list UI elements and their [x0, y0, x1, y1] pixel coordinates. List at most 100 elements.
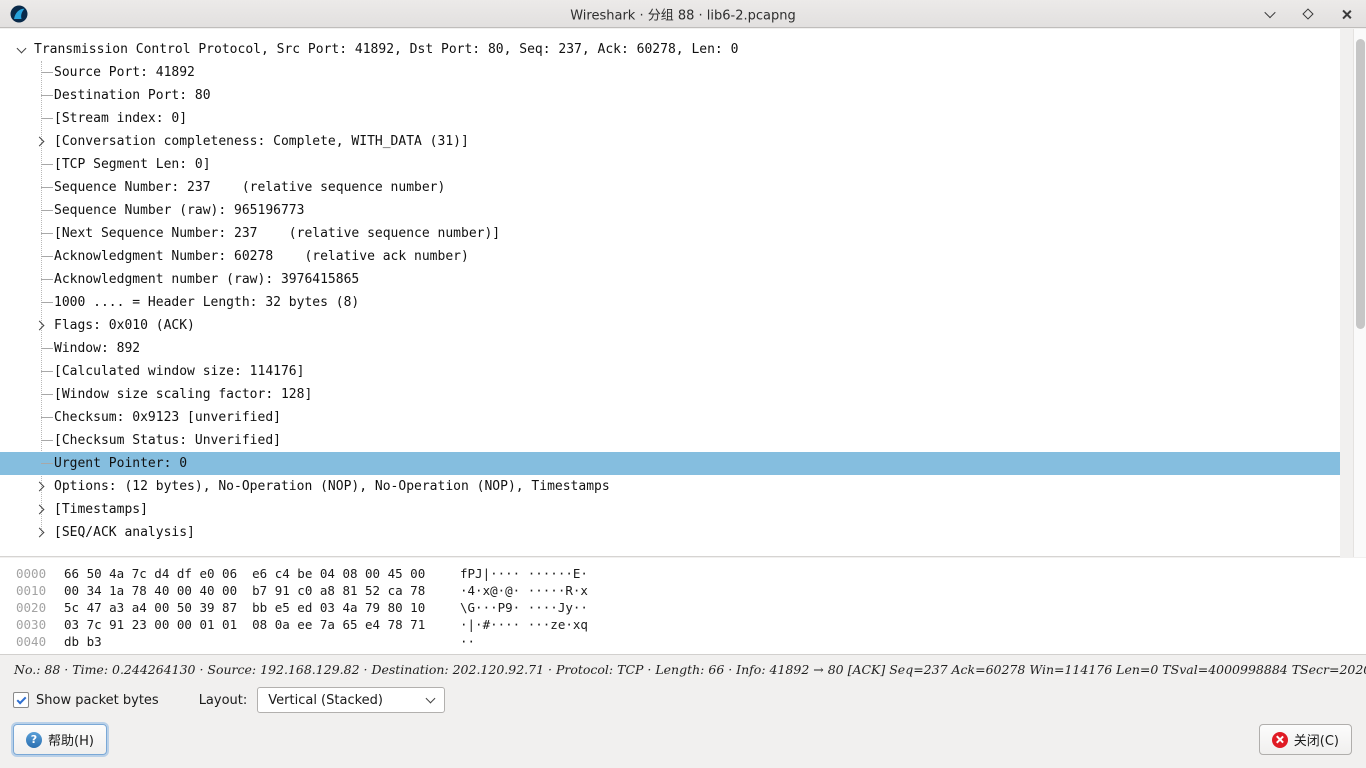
hex-row[interactable]: 0040db b3··: [16, 634, 1366, 651]
tree-row[interactable]: Acknowledgment Number: 60278 (relative a…: [0, 245, 1340, 268]
tree-branch-dash: [41, 233, 53, 234]
packet-tree: Transmission Control Protocol, Src Port:…: [0, 29, 1340, 557]
expander-cell: [34, 521, 54, 544]
expander-cell: [34, 245, 54, 268]
tree-row[interactable]: [Next Sequence Number: 237 (relative seq…: [0, 222, 1340, 245]
hex-offset: 0030: [16, 617, 64, 634]
hex-offset: 0040: [16, 634, 64, 651]
hex-ascii[interactable]: fPJ|···· ······E·: [460, 566, 588, 583]
tree-branch-dash: [41, 463, 53, 464]
tree-row[interactable]: Options: (12 bytes), No-Operation (NOP),…: [0, 475, 1340, 498]
show-packet-bytes-checkbox[interactable]: Show packet bytes: [13, 692, 159, 708]
hex-row[interactable]: 000066 50 4a 7c d4 df e0 06 e6 c4 be 04 …: [16, 566, 1366, 583]
tree-row-label: Sequence Number (raw): 965196773: [54, 203, 304, 218]
expander-cell: [34, 107, 54, 130]
tree-branch-dash: [41, 348, 53, 349]
chevron-right-icon[interactable]: [35, 505, 45, 515]
tree-row[interactable]: Transmission Control Protocol, Src Port:…: [0, 38, 1340, 61]
tree-branch-dash: [41, 394, 53, 395]
window-controls: [1262, 0, 1354, 28]
hex-ascii[interactable]: \G···P9· ····Jy··: [460, 600, 588, 617]
tree-row-label: Urgent Pointer: 0: [54, 456, 187, 471]
hex-offset: 0000: [16, 566, 64, 583]
hex-bytes[interactable]: 5c 47 a3 a4 00 50 39 87 bb e5 ed 03 4a 7…: [64, 600, 460, 617]
close-icon: [1272, 732, 1288, 748]
hex-row[interactable]: 003003 7c 91 23 00 00 01 01 08 0a ee 7a …: [16, 617, 1366, 634]
wireshark-logo: [10, 5, 28, 23]
scrollbar-thumb[interactable]: [1356, 39, 1365, 329]
help-button[interactable]: ? 帮助(H): [13, 724, 107, 755]
tree-branch-dash: [41, 118, 53, 119]
tree-row[interactable]: [Checksum Status: Unverified]: [0, 429, 1340, 452]
expander-cell: [34, 360, 54, 383]
tree-row[interactable]: 1000 .... = Header Length: 32 bytes (8): [0, 291, 1340, 314]
tree-row[interactable]: Acknowledgment number (raw): 3976415865: [0, 268, 1340, 291]
tree-branch-dash: [41, 164, 53, 165]
checkbox-checked-icon[interactable]: [13, 692, 29, 708]
hex-bytes[interactable]: 00 34 1a 78 40 00 40 00 b7 91 c0 a8 81 5…: [64, 583, 460, 600]
expander-cell: [34, 406, 54, 429]
tree-row[interactable]: [Conversation completeness: Complete, WI…: [0, 130, 1340, 153]
tree-row-selected[interactable]: Urgent Pointer: 0: [0, 452, 1340, 475]
tree-row[interactable]: [TCP Segment Len: 0]: [0, 153, 1340, 176]
tree-row[interactable]: [Calculated window size: 114176]: [0, 360, 1340, 383]
shade-window-button[interactable]: [1262, 6, 1278, 22]
chevron-right-icon[interactable]: [35, 137, 45, 147]
expander-cell: [34, 61, 54, 84]
titlebar[interactable]: Wireshark · 分组 88 · lib6-2.pcapng: [0, 0, 1366, 28]
tree-row[interactable]: [Stream index: 0]: [0, 107, 1340, 130]
maximize-window-button[interactable]: [1300, 6, 1316, 22]
expander-cell: [34, 268, 54, 291]
expander-cell: [34, 314, 54, 337]
chevron-down-icon[interactable]: [17, 43, 27, 53]
expander-cell: [34, 337, 54, 360]
tree-row-label: Checksum: 0x9123 [unverified]: [54, 410, 281, 425]
tree-row-label: [TCP Segment Len: 0]: [54, 157, 211, 172]
close-button[interactable]: 关闭(C): [1259, 724, 1352, 755]
expander-cell: [34, 84, 54, 107]
tree-scrollbar[interactable]: [1353, 29, 1366, 557]
expander-cell: [34, 498, 54, 521]
chevron-right-icon[interactable]: [35, 482, 45, 492]
hex-row[interactable]: 00205c 47 a3 a4 00 50 39 87 bb e5 ed 03 …: [16, 600, 1366, 617]
tree-row-label: 1000 .... = Header Length: 32 bytes (8): [54, 295, 359, 310]
tree-row[interactable]: Source Port: 41892: [0, 61, 1340, 84]
hex-bytes[interactable]: 03 7c 91 23 00 00 01 01 08 0a ee 7a 65 e…: [64, 617, 460, 634]
close-window-button[interactable]: [1338, 6, 1354, 22]
tree-row[interactable]: Destination Port: 80: [0, 84, 1340, 107]
tree-row[interactable]: [SEQ/ACK analysis]: [0, 521, 1340, 544]
tree-row[interactable]: Flags: 0x010 (ACK): [0, 314, 1340, 337]
tree-row-label: Options: (12 bytes), No-Operation (NOP),…: [54, 479, 610, 494]
chevron-right-icon[interactable]: [35, 528, 45, 538]
tree-row[interactable]: Window: 892: [0, 337, 1340, 360]
tree-row-label: [SEQ/ACK analysis]: [54, 525, 195, 540]
tree-row-label: [Conversation completeness: Complete, WI…: [54, 134, 469, 149]
tree-branch-dash: [41, 440, 53, 441]
tree-row[interactable]: [Window size scaling factor: 128]: [0, 383, 1340, 406]
expander-cell: [34, 222, 54, 245]
hex-row[interactable]: 001000 34 1a 78 40 00 40 00 b7 91 c0 a8 …: [16, 583, 1366, 600]
chevron-right-icon[interactable]: [35, 321, 45, 331]
tree-row-label: [Checksum Status: Unverified]: [54, 433, 281, 448]
hex-bytes[interactable]: db b3: [64, 634, 460, 651]
tree-row[interactable]: Checksum: 0x9123 [unverified]: [0, 406, 1340, 429]
expander-cell: [34, 383, 54, 406]
hex-pane: 000066 50 4a 7c d4 df e0 06 e6 c4 be 04 …: [0, 558, 1366, 655]
tree-row-label: [Next Sequence Number: 237 (relative seq…: [54, 226, 500, 241]
tree-branch-dash: [41, 279, 53, 280]
chevron-down-icon: [426, 694, 436, 704]
tree-row-label: Acknowledgment number (raw): 3976415865: [54, 272, 359, 287]
tree-row[interactable]: Sequence Number: 237 (relative sequence …: [0, 176, 1340, 199]
hex-bytes[interactable]: 66 50 4a 7c d4 df e0 06 e6 c4 be 04 08 0…: [64, 566, 460, 583]
hex-ascii[interactable]: ·4·x@·@· ·····R·x: [460, 583, 588, 600]
layout-select[interactable]: Vertical (Stacked): [257, 687, 445, 713]
show-packet-bytes-label: Show packet bytes: [36, 693, 159, 708]
tree-row[interactable]: [Timestamps]: [0, 498, 1340, 521]
expander-cell: [34, 429, 54, 452]
layout-select-value: Vertical (Stacked): [268, 693, 427, 708]
tree-row-label: Acknowledgment Number: 60278 (relative a…: [54, 249, 469, 264]
hex-ascii[interactable]: ··: [460, 634, 475, 651]
hex-ascii[interactable]: ·|·#···· ···ze·xq: [460, 617, 588, 634]
expander-cell: [34, 452, 54, 475]
tree-row[interactable]: Sequence Number (raw): 965196773: [0, 199, 1340, 222]
